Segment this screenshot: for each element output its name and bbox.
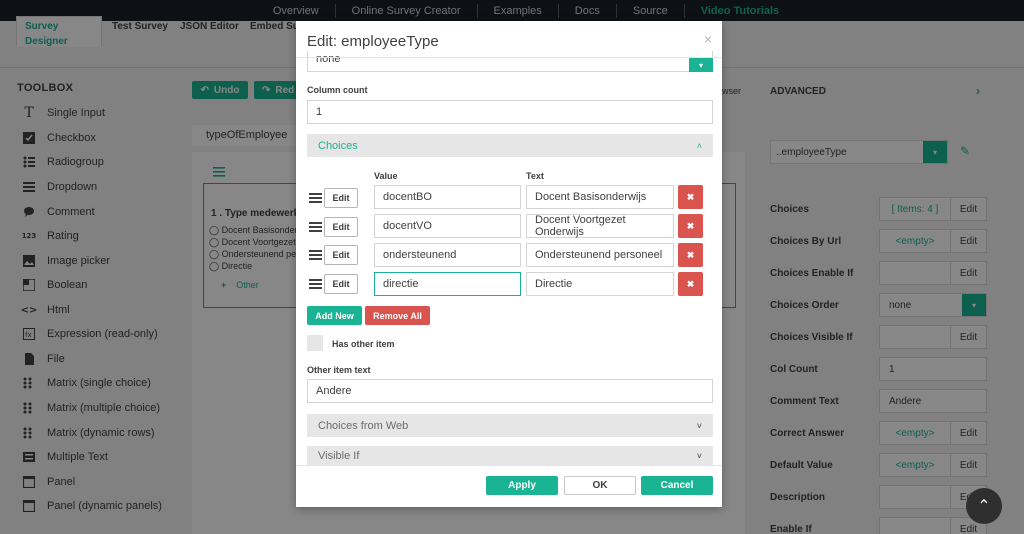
other-text-input[interactable]: Andere: [307, 379, 713, 403]
value-column-header: Value: [374, 171, 398, 181]
edit-item-button[interactable]: Edit: [324, 217, 358, 237]
column-count-label: Column count: [307, 85, 368, 95]
other-text-label: Other item text: [307, 365, 371, 375]
add-new-button[interactable]: Add New: [307, 306, 362, 325]
choice-text-input[interactable]: Ondersteunend personeel: [526, 243, 674, 267]
scroll-to-top-button[interactable]: ⌃: [966, 488, 1002, 524]
choice-text-input[interactable]: Docent Voortgezet Onderwijs: [526, 214, 674, 238]
delete-icon[interactable]: ✖: [678, 243, 703, 267]
remove-all-button[interactable]: Remove All: [365, 306, 430, 325]
text-column-header: Text: [526, 171, 544, 181]
divider: [296, 465, 722, 466]
chevron-up-icon: ˄: [696, 140, 702, 151]
edit-dialog: Edit: employeeType × none ▾ Column count…: [296, 21, 722, 507]
edit-item-button[interactable]: Edit: [324, 274, 358, 294]
cancel-button[interactable]: Cancel: [641, 476, 713, 495]
close-icon[interactable]: ×: [704, 31, 712, 47]
has-other-label: Has other item: [332, 339, 395, 349]
choices-from-web-section[interactable]: Choices from Web ˅: [307, 414, 713, 437]
edit-item-button[interactable]: Edit: [324, 188, 358, 208]
has-other-checkbox[interactable]: [307, 335, 323, 351]
chevron-down-icon: ˅: [696, 420, 702, 431]
choice-value-input[interactable]: directie: [374, 272, 521, 296]
chevron-down-icon[interactable]: ▾: [689, 58, 713, 72]
divider: [296, 57, 722, 58]
drag-handle-icon[interactable]: [309, 279, 322, 289]
visible-if-section[interactable]: Visible If ˅: [307, 446, 713, 466]
edit-item-button[interactable]: Edit: [324, 245, 358, 265]
choices-order-select[interactable]: none: [307, 51, 713, 72]
choice-text-input[interactable]: Directie: [526, 272, 674, 296]
ok-button[interactable]: OK: [564, 476, 636, 495]
column-count-input[interactable]: 1: [307, 100, 713, 124]
delete-icon[interactable]: ✖: [678, 214, 703, 238]
chevron-up-icon: ⌃: [977, 498, 991, 515]
choice-value-input[interactable]: docentBO: [374, 185, 521, 209]
choice-text-input[interactable]: Docent Basisonderwijs: [526, 185, 674, 209]
apply-button[interactable]: Apply: [486, 476, 558, 495]
drag-handle-icon[interactable]: [309, 193, 322, 203]
delete-icon[interactable]: ✖: [678, 272, 703, 296]
choice-value-input[interactable]: docentVO: [374, 214, 521, 238]
drag-handle-icon[interactable]: [309, 222, 322, 232]
choices-section-header[interactable]: Choices ˄: [307, 134, 713, 157]
dialog-title: Edit: employeeType: [307, 33, 439, 50]
delete-icon[interactable]: ✖: [678, 185, 703, 209]
chevron-down-icon: ˅: [696, 451, 702, 461]
drag-handle-icon[interactable]: [309, 250, 322, 260]
choice-value-input[interactable]: ondersteunend: [374, 243, 521, 267]
